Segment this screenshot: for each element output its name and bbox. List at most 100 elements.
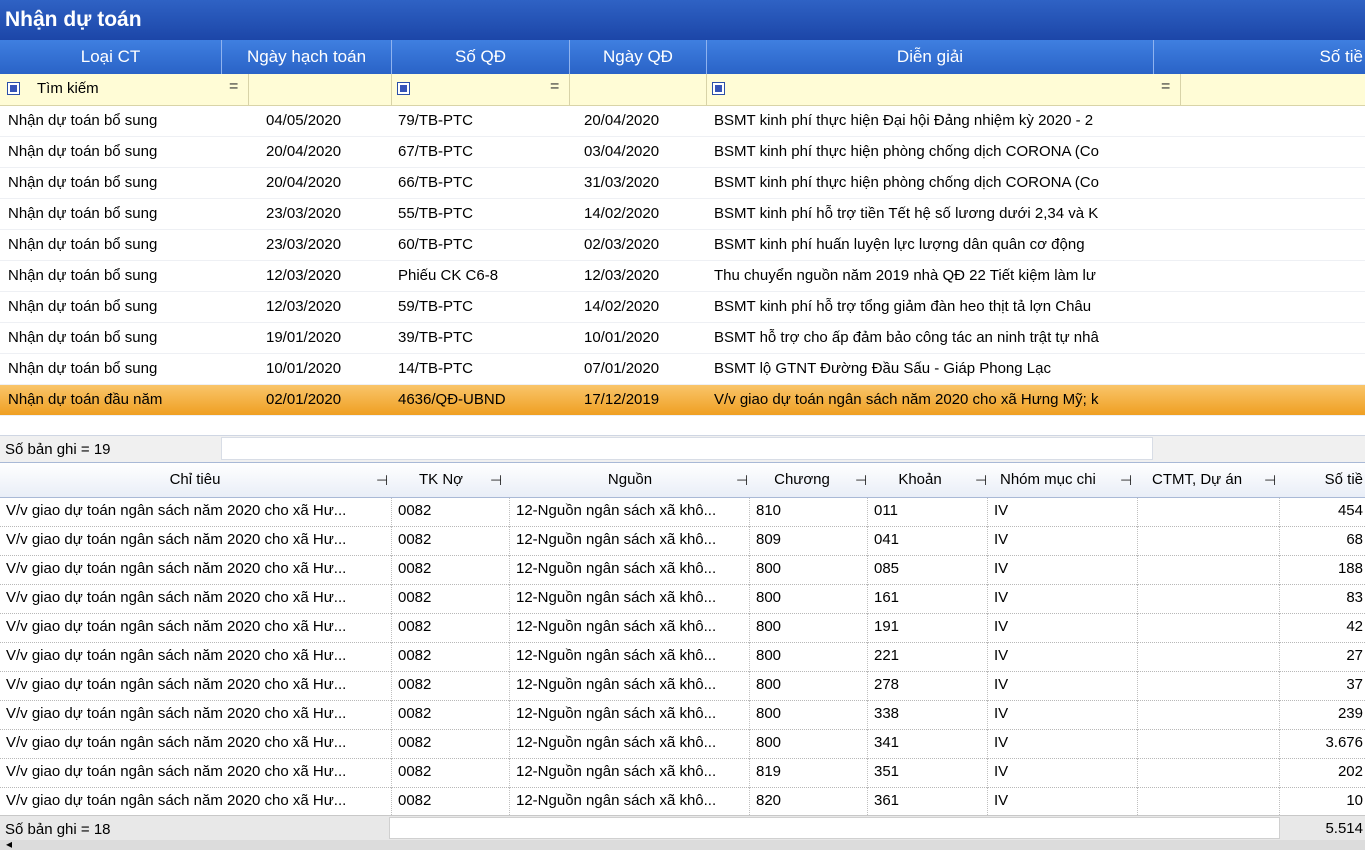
pin-icon[interactable]: ⊣ xyxy=(1120,463,1132,497)
table-row[interactable]: V/v giao dự toán ngân sách năm 2020 cho … xyxy=(0,788,1365,817)
table-row[interactable]: V/v giao dự toán ngân sách năm 2020 cho … xyxy=(0,527,1365,556)
cell-ctmt xyxy=(1138,788,1280,817)
cell-dien-giai: BSMT kinh phí thực hiện phòng chống dịch… xyxy=(714,143,1099,160)
cell-khoan: 361 xyxy=(868,788,988,817)
col-header-so-tien[interactable]: Số tiề xyxy=(1282,463,1365,497)
table-row[interactable]: V/v giao dự toán ngân sách năm 2020 cho … xyxy=(0,759,1365,788)
col-header-tk-no[interactable]: TK Nợ xyxy=(392,463,502,497)
table-row[interactable]: V/v giao dự toán ngân sách năm 2020 cho … xyxy=(0,730,1365,759)
col-header-ctmt-du-an[interactable]: CTMT, Dự án xyxy=(1152,463,1252,497)
pin-icon[interactable]: ⊣ xyxy=(490,463,502,497)
table-row[interactable]: V/v giao dự toán ngân sách năm 2020 cho … xyxy=(0,672,1365,701)
cell-so-qd: 14/TB-PTC xyxy=(398,360,474,377)
cell-ngay-qd: 17/12/2019 xyxy=(584,391,660,408)
cell-tk-no: 0082 xyxy=(392,672,510,701)
scroll-left-icon[interactable]: ◂ xyxy=(6,837,12,851)
cell-ngay-qd: 14/02/2020 xyxy=(584,298,660,315)
pin-icon[interactable]: ⊣ xyxy=(736,463,748,497)
cell-loai: Nhận dự toán bổ sung xyxy=(8,267,158,284)
table-row[interactable]: V/v giao dự toán ngân sách năm 2020 cho … xyxy=(0,498,1365,527)
table-row[interactable]: Nhận dự toán bổ sung 12/03/2020 59/TB-PTC 1… xyxy=(0,292,1365,323)
col-header-ngay-hach-toan[interactable]: Ngày hạch toán xyxy=(222,40,392,74)
cell-so-tien: 68 xyxy=(1346,531,1363,548)
cell-nhom: IV xyxy=(988,759,1138,788)
horizontal-scrollbar[interactable]: ◂ xyxy=(0,837,1365,851)
cell-dien-giai: BSMT kinh phí thực hiện phòng chống dịch… xyxy=(714,174,1099,191)
pin-icon[interactable]: ⊣ xyxy=(1264,463,1276,497)
cell-nhom: IV xyxy=(988,556,1138,585)
col-header-ngay-qd[interactable]: Ngày QĐ xyxy=(570,40,707,74)
cell-khoan: 338 xyxy=(868,701,988,730)
cell-nhom: IV xyxy=(988,614,1138,643)
cell-ctmt xyxy=(1138,498,1280,527)
col-header-khoan[interactable]: Khoản xyxy=(870,463,970,497)
cell-ngay-qd: 12/03/2020 xyxy=(584,267,660,284)
equals-operator-icon[interactable]: = xyxy=(229,78,238,96)
filter-checkbox-icon[interactable] xyxy=(397,82,410,95)
cell-tk-no: 0082 xyxy=(392,730,510,759)
table-row[interactable]: V/v giao dự toán ngân sách năm 2020 cho … xyxy=(0,643,1365,672)
table-row[interactable]: Nhận dự toán đầu năm 02/01/2020 4636/QĐ-UB… xyxy=(0,385,1365,416)
col-header-label: Nhóm mục chi xyxy=(1000,471,1096,488)
table-row[interactable]: Nhận dự toán bổ sung 23/03/2020 55/TB-PTC 1… xyxy=(0,199,1365,230)
filter-cell-dien-giai[interactable]: = xyxy=(707,74,1181,105)
cell-ngay-ht: 02/01/2020 xyxy=(266,391,342,408)
col-header-chi-tieu[interactable]: Chỉ tiêu xyxy=(0,463,390,497)
table-row[interactable]: Nhận dự toán bổ sung 10/01/2020 14/TB-PTC 0… xyxy=(0,354,1365,385)
cell-nguon: 12-Nguồn ngân sách xã khô... xyxy=(510,701,750,730)
filter-label: Tìm kiếm xyxy=(37,80,99,97)
col-header-chuong[interactable]: Chương xyxy=(752,463,852,497)
filter-cell-loai-ct[interactable]: Tìm kiếm = xyxy=(0,74,249,105)
table-row[interactable]: V/v giao dự toán ngân sách năm 2020 cho … xyxy=(0,585,1365,614)
table-row[interactable]: Nhận dự toán bổ sung 12/03/2020 Phiếu CK C… xyxy=(0,261,1365,292)
cell-khoan: 341 xyxy=(868,730,988,759)
table-row[interactable]: Nhận dự toán bổ sung 19/01/2020 39/TB-PTC 1… xyxy=(0,323,1365,354)
cell-dien-giai: V/v giao dự toán ngân sách năm 2020 cho … xyxy=(714,391,1099,408)
table-row[interactable]: V/v giao dự toán ngân sách năm 2020 cho … xyxy=(0,556,1365,585)
table-row[interactable]: Nhận dự toán bổ sung 20/04/2020 66/TB-PTC 3… xyxy=(0,168,1365,199)
col-header-nguon[interactable]: Nguồn xyxy=(510,463,750,497)
cell-loai: Nhận dự toán bổ sung xyxy=(8,236,158,253)
cell-ngay-qd: 10/01/2020 xyxy=(584,329,660,346)
cell-dien-giai: BSMT kinh phí hỗ trợ tổng giảm đàn heo t… xyxy=(714,298,1092,315)
cell-chuong: 800 xyxy=(750,730,868,759)
cell-chuong: 800 xyxy=(750,701,868,730)
col-header-nhom-muc-chi[interactable]: Nhóm mục chi xyxy=(1000,463,1120,497)
col-header-label: TK Nợ xyxy=(419,471,464,488)
pin-icon[interactable]: ⊣ xyxy=(376,463,388,497)
equals-operator-icon[interactable]: = xyxy=(550,78,559,96)
cell-khoan: 191 xyxy=(868,614,988,643)
cell-ctmt xyxy=(1138,730,1280,759)
cell-tk-no: 0082 xyxy=(392,643,510,672)
col-header-label: Số tiề xyxy=(1324,471,1363,488)
table-row[interactable]: Nhận dự toán bổ sung 04/05/2020 79/TB-PTC 2… xyxy=(0,106,1365,137)
cell-tk-no: 0082 xyxy=(392,585,510,614)
cell-so-tien: 202 xyxy=(1337,763,1363,780)
pin-icon[interactable]: ⊣ xyxy=(855,463,867,497)
filter-cell-so-qd[interactable]: = xyxy=(392,74,570,105)
cell-so-tien: 10 xyxy=(1346,792,1363,809)
filter-checkbox-icon[interactable] xyxy=(7,82,20,95)
table-row[interactable]: V/v giao dự toán ngân sách năm 2020 cho … xyxy=(0,614,1365,643)
col-header-loai-ct[interactable]: Loại CT xyxy=(0,40,222,74)
filter-cell-ngay-hach-toan[interactable] xyxy=(249,74,392,105)
equals-operator-icon[interactable]: = xyxy=(1161,78,1170,96)
cell-dien-giai: BSMT kinh phí thực hiện Đại hội Đảng nhi… xyxy=(714,112,1094,129)
col-header-so-tien[interactable]: Số tiề xyxy=(1154,40,1365,74)
table-row[interactable]: V/v giao dự toán ngân sách năm 2020 cho … xyxy=(0,701,1365,730)
filter-cell-ngay-qd[interactable] xyxy=(570,74,707,105)
table-row[interactable]: Nhận dự toán bổ sung 23/03/2020 60/TB-PTC 0… xyxy=(0,230,1365,261)
window-title: Nhận dự toán xyxy=(0,0,1365,40)
cell-tk-no: 0082 xyxy=(392,788,510,817)
col-header-so-qd[interactable]: Số QĐ xyxy=(392,40,570,74)
cell-ctmt xyxy=(1138,643,1280,672)
cell-nhom: IV xyxy=(988,672,1138,701)
cell-tk-no: 0082 xyxy=(392,527,510,556)
filter-checkbox-icon[interactable] xyxy=(712,82,725,95)
col-header-dien-giai[interactable]: Diễn giải xyxy=(707,40,1154,74)
table-row[interactable]: Nhận dự toán bổ sung 20/04/2020 67/TB-PTC 0… xyxy=(0,137,1365,168)
cell-ngay-qd: 31/03/2020 xyxy=(584,174,660,191)
cell-nguon: 12-Nguồn ngân sách xã khô... xyxy=(510,759,750,788)
filter-cell-so-tien[interactable] xyxy=(1181,74,1365,105)
pin-icon[interactable]: ⊣ xyxy=(975,463,987,497)
